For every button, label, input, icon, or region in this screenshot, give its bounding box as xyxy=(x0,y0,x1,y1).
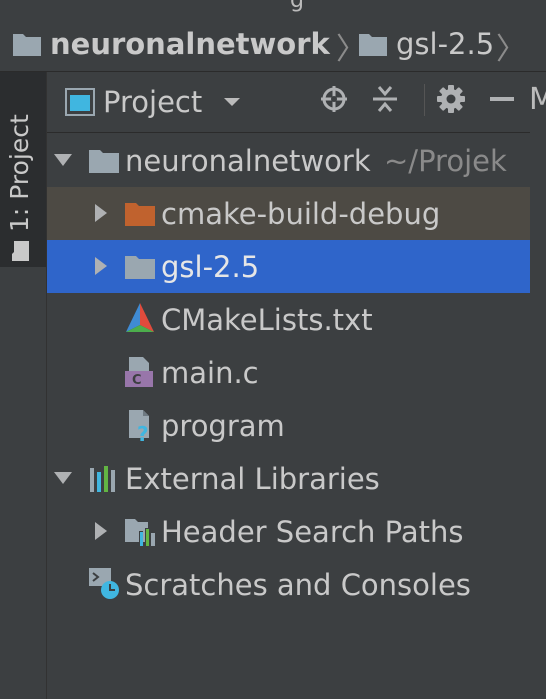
chevron-right-icon: 〉 xyxy=(496,32,526,67)
header-separator xyxy=(424,84,425,116)
tree-item-scratches-and-consoles[interactable]: Scratches and Consoles xyxy=(47,558,530,611)
tree-item-label: CMakeLists.txt xyxy=(161,302,373,337)
folder-icon xyxy=(11,241,29,261)
locate-icon[interactable] xyxy=(319,84,349,114)
svg-text:?: ? xyxy=(137,422,149,442)
tree-item-label: program xyxy=(161,408,285,443)
tree-item-header-search-paths[interactable]: Header Search Paths xyxy=(47,505,530,558)
svg-text:C: C xyxy=(132,373,142,388)
folder-icon xyxy=(89,150,119,173)
view-selector-dropdown[interactable]: Project xyxy=(65,84,246,120)
tree-item-external-libraries[interactable]: External Libraries xyxy=(47,452,530,505)
tree-item-label: main.c xyxy=(161,355,259,390)
window-title-fragment: g xyxy=(290,0,304,13)
breadcrumb: g neuronalnetwork 〉 gsl-2.5 〉 xyxy=(0,0,546,72)
breadcrumb-label: neuronalnetwork xyxy=(50,27,330,61)
chevron-down-icon xyxy=(224,98,241,106)
tree-item-label: gsl-2.5 xyxy=(161,249,260,284)
tree-item-cmakelists[interactable]: CMakeLists.txt xyxy=(47,293,530,346)
tree-item-path-hint: ~/Projek xyxy=(384,143,507,178)
tree-item-label: Scratches and Consoles xyxy=(125,567,471,602)
tree-item-cmake-build-debug[interactable]: cmake-build-debug xyxy=(47,187,530,240)
scratches-icon xyxy=(89,568,119,599)
project-view-icon xyxy=(65,88,95,116)
view-selector-label: Project xyxy=(103,85,203,119)
header-overflow-fragment: M xyxy=(529,82,546,117)
minimize-icon[interactable] xyxy=(487,84,517,114)
cmake-icon xyxy=(126,303,154,332)
project-tool-window-label: 1: Project xyxy=(5,114,34,232)
chevron-down-icon[interactable] xyxy=(53,468,73,488)
tree-item-neuronalnetwork[interactable]: neuronalnetwork ~/Projek xyxy=(47,134,530,187)
project-panel: Project M neuronalnetwork ~/Projek cmake… xyxy=(47,72,546,699)
tree-item-main-c[interactable]: C main.c xyxy=(47,346,530,399)
tree-item-program[interactable]: ? program xyxy=(47,399,530,452)
project-tool-window-button[interactable]: 1: Project xyxy=(0,72,46,267)
tree-item-label: External Libraries xyxy=(125,461,380,496)
tree-item-gsl[interactable]: gsl-2.5 xyxy=(47,240,530,293)
breadcrumb-item-gsl[interactable]: gsl-2.5 xyxy=(358,24,494,64)
c-file-icon: C xyxy=(125,357,153,388)
breadcrumb-item-neuronalnetwork[interactable]: neuronalnetwork xyxy=(12,24,330,64)
chevron-right-icon[interactable] xyxy=(91,256,111,276)
chevron-right-icon[interactable] xyxy=(91,203,111,223)
chevron-right-icon[interactable] xyxy=(91,521,111,541)
panel-header: Project M xyxy=(47,72,546,133)
header-paths-icon xyxy=(125,519,155,546)
gear-icon[interactable] xyxy=(436,84,466,114)
folder-icon xyxy=(13,34,41,56)
folder-icon xyxy=(125,256,155,279)
collapse-all-icon[interactable] xyxy=(370,84,400,114)
folder-icon xyxy=(359,34,387,56)
libraries-icon xyxy=(90,466,115,492)
chevron-down-icon[interactable] xyxy=(53,150,73,170)
tree-item-label: cmake-build-debug xyxy=(161,196,441,231)
tree-item-label: neuronalnetwork xyxy=(125,143,371,178)
tree-item-label: Header Search Paths xyxy=(161,514,464,549)
folder-orange-icon xyxy=(125,203,155,226)
unknown-file-icon: ? xyxy=(129,410,149,442)
breadcrumb-label: gsl-2.5 xyxy=(396,27,495,61)
